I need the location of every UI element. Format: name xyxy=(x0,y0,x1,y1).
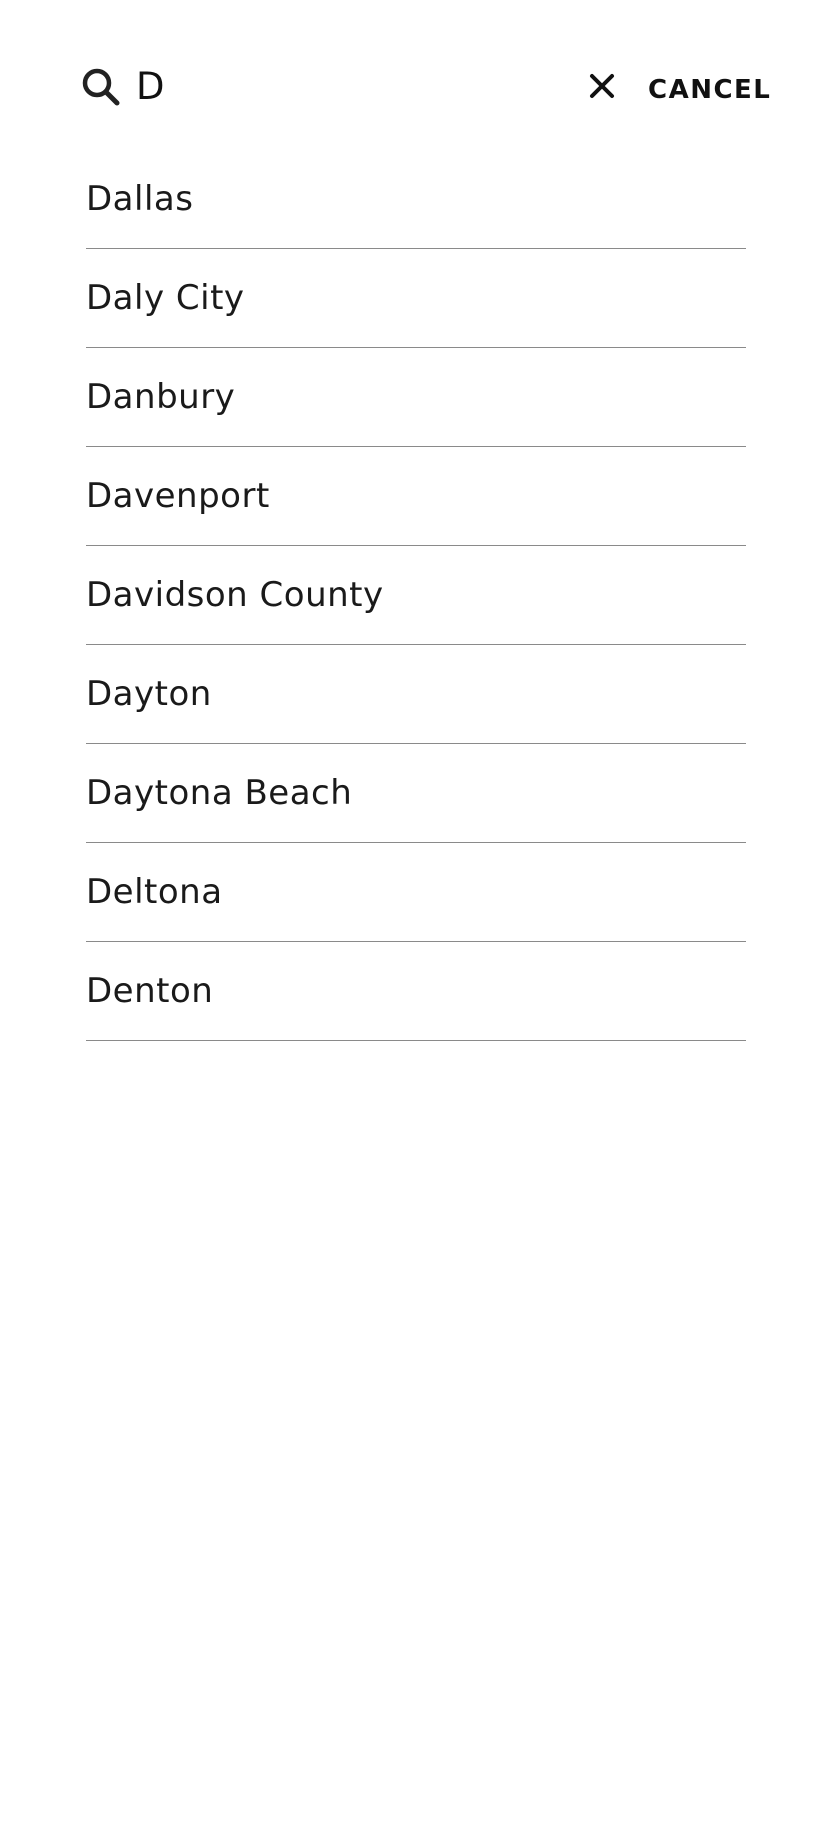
list-item[interactable]: Deltona xyxy=(86,843,746,942)
list-item[interactable]: Dallas xyxy=(86,150,746,249)
list-item[interactable]: Daly City xyxy=(86,249,746,348)
list-item[interactable]: Danbury xyxy=(86,348,746,447)
clear-search-button[interactable] xyxy=(580,64,624,108)
list-item[interactable]: Davidson County xyxy=(86,546,746,645)
list-item[interactable]: Denton xyxy=(86,942,746,1041)
list-item[interactable]: Daytona Beach xyxy=(86,744,746,843)
search-icon xyxy=(82,68,120,106)
search-bar: CANCEL xyxy=(0,0,828,150)
close-icon xyxy=(590,74,614,98)
search-input[interactable] xyxy=(136,62,556,112)
search-results-list: Dallas Daly City Danbury Davenport David… xyxy=(86,150,746,1041)
list-item[interactable]: Dayton xyxy=(86,645,746,744)
list-item[interactable]: Davenport xyxy=(86,447,746,546)
cancel-button[interactable]: CANCEL xyxy=(648,70,771,110)
